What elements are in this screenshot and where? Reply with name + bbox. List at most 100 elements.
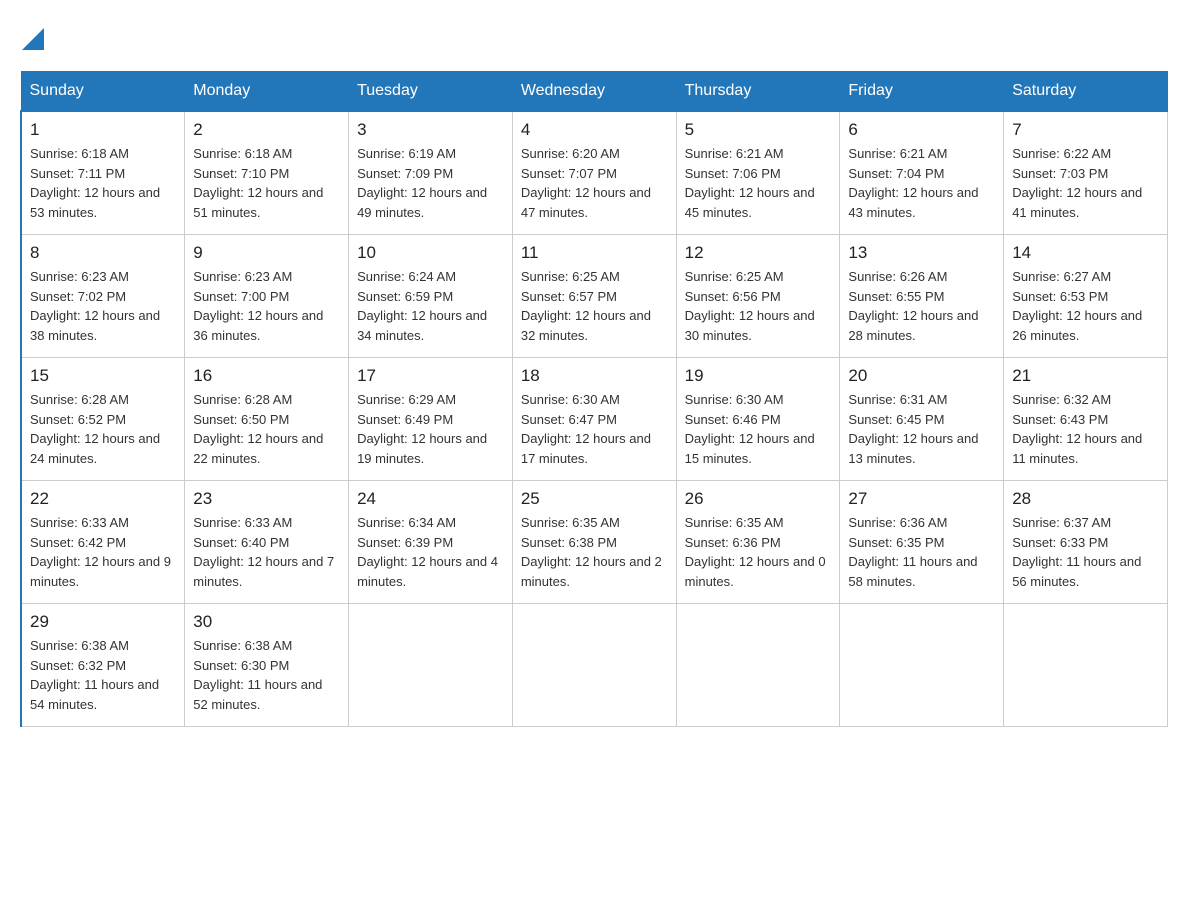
calendar-cell: 25 Sunrise: 6:35 AM Sunset: 6:38 PM Dayl… xyxy=(512,481,676,604)
calendar-cell: 27 Sunrise: 6:36 AM Sunset: 6:35 PM Dayl… xyxy=(840,481,1004,604)
calendar-cell: 6 Sunrise: 6:21 AM Sunset: 7:04 PM Dayli… xyxy=(840,111,1004,235)
calendar-week-row: 1 Sunrise: 6:18 AM Sunset: 7:11 PM Dayli… xyxy=(21,111,1168,235)
calendar-cell xyxy=(1004,604,1168,727)
day-number: 15 xyxy=(30,366,176,386)
day-number: 18 xyxy=(521,366,668,386)
logo xyxy=(20,20,44,55)
day-info: Sunrise: 6:33 AM Sunset: 6:40 PM Dayligh… xyxy=(193,513,340,591)
day-number: 1 xyxy=(30,120,176,140)
calendar-cell: 11 Sunrise: 6:25 AM Sunset: 6:57 PM Dayl… xyxy=(512,235,676,358)
calendar-cell: 7 Sunrise: 6:22 AM Sunset: 7:03 PM Dayli… xyxy=(1004,111,1168,235)
calendar-cell: 20 Sunrise: 6:31 AM Sunset: 6:45 PM Dayl… xyxy=(840,358,1004,481)
day-number: 26 xyxy=(685,489,832,509)
day-number: 12 xyxy=(685,243,832,263)
day-info: Sunrise: 6:23 AM Sunset: 7:00 PM Dayligh… xyxy=(193,267,340,345)
day-info: Sunrise: 6:35 AM Sunset: 6:36 PM Dayligh… xyxy=(685,513,832,591)
day-info: Sunrise: 6:21 AM Sunset: 7:06 PM Dayligh… xyxy=(685,144,832,222)
day-number: 8 xyxy=(30,243,176,263)
day-number: 19 xyxy=(685,366,832,386)
calendar-cell xyxy=(512,604,676,727)
day-info: Sunrise: 6:33 AM Sunset: 6:42 PM Dayligh… xyxy=(30,513,176,591)
calendar-week-row: 8 Sunrise: 6:23 AM Sunset: 7:02 PM Dayli… xyxy=(21,235,1168,358)
day-info: Sunrise: 6:32 AM Sunset: 6:43 PM Dayligh… xyxy=(1012,390,1159,468)
day-info: Sunrise: 6:23 AM Sunset: 7:02 PM Dayligh… xyxy=(30,267,176,345)
day-info: Sunrise: 6:24 AM Sunset: 6:59 PM Dayligh… xyxy=(357,267,504,345)
day-number: 30 xyxy=(193,612,340,632)
day-number: 11 xyxy=(521,243,668,263)
day-info: Sunrise: 6:34 AM Sunset: 6:39 PM Dayligh… xyxy=(357,513,504,591)
day-info: Sunrise: 6:30 AM Sunset: 6:47 PM Dayligh… xyxy=(521,390,668,468)
day-number: 24 xyxy=(357,489,504,509)
calendar-cell: 19 Sunrise: 6:30 AM Sunset: 6:46 PM Dayl… xyxy=(676,358,840,481)
calendar-cell: 10 Sunrise: 6:24 AM Sunset: 6:59 PM Dayl… xyxy=(349,235,513,358)
day-info: Sunrise: 6:18 AM Sunset: 7:10 PM Dayligh… xyxy=(193,144,340,222)
day-number: 17 xyxy=(357,366,504,386)
day-info: Sunrise: 6:38 AM Sunset: 6:30 PM Dayligh… xyxy=(193,636,340,714)
day-number: 27 xyxy=(848,489,995,509)
calendar-cell: 14 Sunrise: 6:27 AM Sunset: 6:53 PM Dayl… xyxy=(1004,235,1168,358)
calendar-cell: 29 Sunrise: 6:38 AM Sunset: 6:32 PM Dayl… xyxy=(21,604,185,727)
day-info: Sunrise: 6:19 AM Sunset: 7:09 PM Dayligh… xyxy=(357,144,504,222)
calendar-cell: 17 Sunrise: 6:29 AM Sunset: 6:49 PM Dayl… xyxy=(349,358,513,481)
calendar-cell: 23 Sunrise: 6:33 AM Sunset: 6:40 PM Dayl… xyxy=(185,481,349,604)
header-monday: Monday xyxy=(185,72,349,112)
day-number: 3 xyxy=(357,120,504,140)
day-number: 7 xyxy=(1012,120,1159,140)
calendar-cell xyxy=(840,604,1004,727)
day-info: Sunrise: 6:29 AM Sunset: 6:49 PM Dayligh… xyxy=(357,390,504,468)
calendar-cell: 28 Sunrise: 6:37 AM Sunset: 6:33 PM Dayl… xyxy=(1004,481,1168,604)
day-info: Sunrise: 6:26 AM Sunset: 6:55 PM Dayligh… xyxy=(848,267,995,345)
page-header xyxy=(20,20,1168,55)
calendar-cell: 22 Sunrise: 6:33 AM Sunset: 6:42 PM Dayl… xyxy=(21,481,185,604)
day-info: Sunrise: 6:22 AM Sunset: 7:03 PM Dayligh… xyxy=(1012,144,1159,222)
calendar-week-row: 22 Sunrise: 6:33 AM Sunset: 6:42 PM Dayl… xyxy=(21,481,1168,604)
logo-flag-icon xyxy=(22,28,44,50)
day-info: Sunrise: 6:36 AM Sunset: 6:35 PM Dayligh… xyxy=(848,513,995,591)
day-info: Sunrise: 6:38 AM Sunset: 6:32 PM Dayligh… xyxy=(30,636,176,714)
day-info: Sunrise: 6:27 AM Sunset: 6:53 PM Dayligh… xyxy=(1012,267,1159,345)
calendar-cell: 18 Sunrise: 6:30 AM Sunset: 6:47 PM Dayl… xyxy=(512,358,676,481)
day-info: Sunrise: 6:35 AM Sunset: 6:38 PM Dayligh… xyxy=(521,513,668,591)
header-thursday: Thursday xyxy=(676,72,840,112)
day-info: Sunrise: 6:18 AM Sunset: 7:11 PM Dayligh… xyxy=(30,144,176,222)
day-info: Sunrise: 6:25 AM Sunset: 6:57 PM Dayligh… xyxy=(521,267,668,345)
day-number: 21 xyxy=(1012,366,1159,386)
calendar-cell: 9 Sunrise: 6:23 AM Sunset: 7:00 PM Dayli… xyxy=(185,235,349,358)
calendar-cell: 2 Sunrise: 6:18 AM Sunset: 7:10 PM Dayli… xyxy=(185,111,349,235)
day-info: Sunrise: 6:20 AM Sunset: 7:07 PM Dayligh… xyxy=(521,144,668,222)
header-sunday: Sunday xyxy=(21,72,185,112)
day-number: 16 xyxy=(193,366,340,386)
day-info: Sunrise: 6:30 AM Sunset: 6:46 PM Dayligh… xyxy=(685,390,832,468)
calendar-table: Sunday Monday Tuesday Wednesday Thursday… xyxy=(20,71,1168,727)
calendar-cell: 30 Sunrise: 6:38 AM Sunset: 6:30 PM Dayl… xyxy=(185,604,349,727)
day-number: 20 xyxy=(848,366,995,386)
calendar-cell: 3 Sunrise: 6:19 AM Sunset: 7:09 PM Dayli… xyxy=(349,111,513,235)
day-info: Sunrise: 6:28 AM Sunset: 6:50 PM Dayligh… xyxy=(193,390,340,468)
day-number: 10 xyxy=(357,243,504,263)
day-info: Sunrise: 6:21 AM Sunset: 7:04 PM Dayligh… xyxy=(848,144,995,222)
day-info: Sunrise: 6:37 AM Sunset: 6:33 PM Dayligh… xyxy=(1012,513,1159,591)
calendar-cell: 21 Sunrise: 6:32 AM Sunset: 6:43 PM Dayl… xyxy=(1004,358,1168,481)
calendar-cell: 26 Sunrise: 6:35 AM Sunset: 6:36 PM Dayl… xyxy=(676,481,840,604)
day-number: 2 xyxy=(193,120,340,140)
calendar-cell xyxy=(676,604,840,727)
day-number: 5 xyxy=(685,120,832,140)
header-tuesday: Tuesday xyxy=(349,72,513,112)
calendar-cell: 4 Sunrise: 6:20 AM Sunset: 7:07 PM Dayli… xyxy=(512,111,676,235)
calendar-cell: 13 Sunrise: 6:26 AM Sunset: 6:55 PM Dayl… xyxy=(840,235,1004,358)
day-number: 6 xyxy=(848,120,995,140)
calendar-cell: 16 Sunrise: 6:28 AM Sunset: 6:50 PM Dayl… xyxy=(185,358,349,481)
day-number: 9 xyxy=(193,243,340,263)
header-wednesday: Wednesday xyxy=(512,72,676,112)
day-number: 29 xyxy=(30,612,176,632)
calendar-cell xyxy=(349,604,513,727)
day-number: 28 xyxy=(1012,489,1159,509)
calendar-cell: 12 Sunrise: 6:25 AM Sunset: 6:56 PM Dayl… xyxy=(676,235,840,358)
calendar-week-row: 29 Sunrise: 6:38 AM Sunset: 6:32 PM Dayl… xyxy=(21,604,1168,727)
day-info: Sunrise: 6:28 AM Sunset: 6:52 PM Dayligh… xyxy=(30,390,176,468)
header-saturday: Saturday xyxy=(1004,72,1168,112)
calendar-header-row: Sunday Monday Tuesday Wednesday Thursday… xyxy=(21,72,1168,112)
day-number: 22 xyxy=(30,489,176,509)
calendar-cell: 1 Sunrise: 6:18 AM Sunset: 7:11 PM Dayli… xyxy=(21,111,185,235)
day-number: 23 xyxy=(193,489,340,509)
